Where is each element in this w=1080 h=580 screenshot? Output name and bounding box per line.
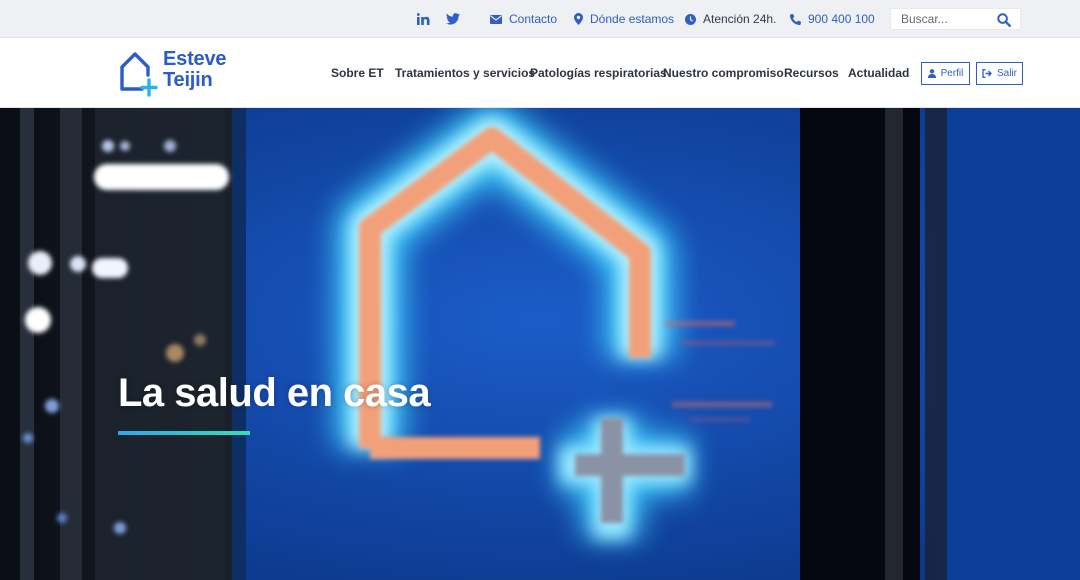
logo-line-1: Esteve (163, 48, 227, 70)
logout-label: Salir (996, 68, 1017, 79)
hero-title: La salud en casa (118, 371, 431, 415)
logo[interactable]: Esteve Teijin (118, 48, 238, 98)
search-icon[interactable] (997, 13, 1011, 27)
location-label: Dónde estamos (590, 12, 675, 26)
hero-banner: La salud en casa (0, 108, 1080, 580)
hours-label: Atención 24h. (703, 12, 777, 26)
nav-item-tratamientos[interactable]: Tratamientos y servicios (395, 66, 535, 80)
profile-button[interactable]: Perfil (921, 62, 970, 85)
hero-background-image (0, 108, 1080, 580)
logo-line-2: Teijin (163, 69, 213, 91)
nav-item-sobre-et[interactable]: Sobre ET (331, 66, 384, 80)
linkedin-link[interactable] (417, 0, 430, 38)
hours-info: Atención 24h. (685, 0, 776, 38)
envelope-icon (490, 14, 502, 24)
house-plus-logo-icon (120, 52, 158, 97)
search-input[interactable] (891, 9, 991, 29)
twitter-link[interactable] (446, 0, 460, 38)
nav-item-patologias[interactable]: Patologías respiratorias (530, 66, 667, 80)
user-icon (927, 69, 936, 78)
phone-icon (790, 13, 801, 25)
linkedin-icon (417, 13, 430, 25)
hero-title-underline (118, 431, 250, 435)
map-marker-icon (574, 13, 583, 25)
contact-label: Contacto (509, 12, 558, 26)
phone-label: 900 400 100 (808, 12, 875, 26)
search-box (890, 8, 1021, 30)
nav-item-compromiso[interactable]: Nuestro compromiso (663, 66, 784, 80)
sign-out-icon (982, 69, 992, 78)
clock-icon (685, 13, 696, 25)
main-header: Esteve Teijin Sobre ET Tratamientos y se… (0, 38, 1080, 108)
twitter-icon (446, 13, 460, 25)
top-utility-bar: Contacto Dónde estamos Atención 24h. 900… (0, 0, 1080, 38)
contact-link[interactable]: Contacto (490, 0, 557, 38)
location-link[interactable]: Dónde estamos (574, 0, 674, 38)
nav-item-recursos[interactable]: Recursos (784, 66, 839, 80)
nav-item-actualidad[interactable]: Actualidad (848, 66, 909, 80)
logout-button[interactable]: Salir (976, 62, 1023, 85)
phone-link[interactable]: 900 400 100 (790, 0, 875, 38)
logo-wordmark: Esteve Teijin (163, 49, 226, 91)
profile-label: Perfil (940, 68, 964, 79)
